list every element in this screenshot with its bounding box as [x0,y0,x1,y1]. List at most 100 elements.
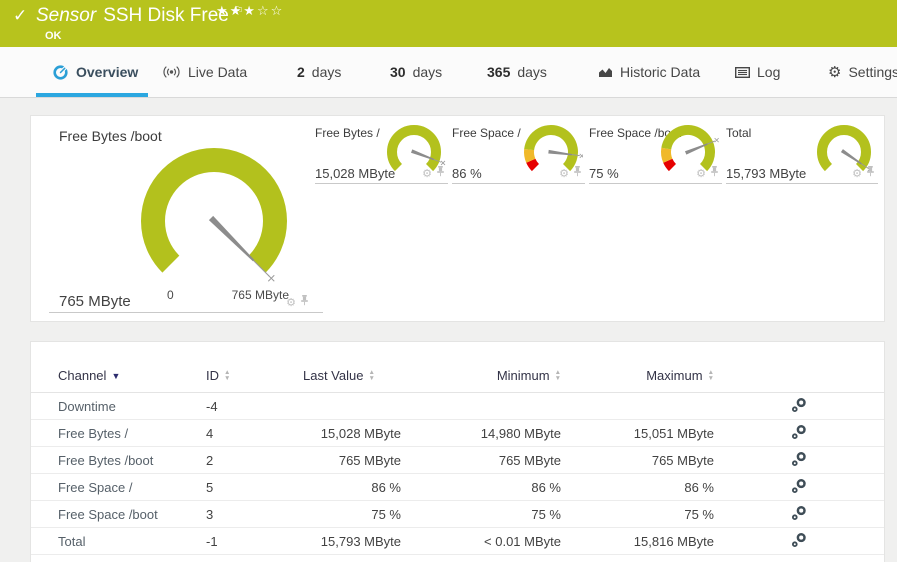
primary-gauge-value: 765 MByte [59,293,131,310]
secondary-gauge-icons: ⚙ [852,164,875,182]
secondary-gauge-icons: ⚙ [559,164,582,182]
primary-gauge-title: Free Bytes /boot [59,128,162,144]
gauge-scale-min-label: 0 [167,288,174,302]
column-label: Last Value [303,368,364,383]
last-cell: 86 % [371,479,401,495]
column-label: Maximum [646,368,703,383]
tab-settings[interactable]: ⚙ Settings [828,47,897,97]
tab-overview[interactable]: Overview [52,47,138,97]
tab-number: 365 [487,64,511,80]
tab-label: days [311,64,342,80]
max-cell: 75 % [684,506,714,522]
sensor-kind-label: Sensor [36,5,97,26]
tab-log[interactable]: Log [735,47,780,97]
max-cell: 86 % [684,479,714,495]
secondary-gauge-value: 75 % [589,166,619,181]
tab-number: 2 [297,64,305,80]
tab-2-days[interactable]: 2 days [297,47,341,97]
sensor-title: Sensor SSH Disk Free ⚐ [36,5,244,27]
tab-label: days [517,64,547,80]
secondary-gauge-icons: ⚙ [422,164,445,182]
min-cell: < 0.01 MByte [484,533,561,549]
id-cell: 2 [206,452,214,468]
id-cell: 4 [206,425,214,441]
tab-30-days[interactable]: 30 days [390,47,442,97]
table-header-row: Channel ▼ ID ▲ ▼ Last Value ▲ ▼ Minimum ▲ ▼ Maximum… [31,342,884,393]
channel-settings-icon[interactable] [791,424,807,443]
gauge-settings-gear-icon[interactable]: ⚙ [696,167,706,180]
sort-both-icon: ▲ ▼ [224,369,231,382]
secondary-gauge-block: Total 15,793 MByte ⚙ [726,125,878,184]
gauge-pin-icon[interactable] [300,293,309,311]
channel-settings-icon[interactable] [791,478,807,497]
min-cell: 14,980 MByte [480,425,561,441]
column-header-channel[interactable]: Channel ▼ [58,368,206,392]
channels-table-panel: Channel ▼ ID ▲ ▼ Last Value ▲ ▼ Minimum ▲ ▼ Maximum… [30,341,885,562]
tab-bar: Overview Live Data 2 days 30 days 365 days Histo… [0,47,897,98]
channel-settings-cell [714,397,884,416]
channel-cell: Free Space /boot [58,506,158,522]
tab-historic-data[interactable]: Historic Data [598,47,700,97]
sensor-name: SSH Disk Free [103,5,229,26]
gauge-settings-gear-icon[interactable]: ⚙ [422,167,432,180]
secondary-gauge-title: Free Bytes / [315,126,380,140]
channel-settings-cell [714,505,884,524]
channel-settings-cell [714,451,884,470]
max-cell: 765 MByte [651,452,714,468]
tab-365-days[interactable]: 365 days [487,47,547,97]
gauge-settings-gear-icon[interactable]: ⚙ [286,296,296,309]
channel-settings-icon[interactable] [791,532,807,551]
secondary-gauge-value: 86 % [452,166,482,181]
tab-label: Log [757,64,781,80]
max-cell: 15,816 MByte [633,533,714,549]
channel-settings-icon[interactable] [791,397,807,416]
column-header-last[interactable]: Last Value ▲ ▼ [303,368,401,392]
channel-cell: Free Space / [58,479,133,495]
tab-label: Settings [848,64,897,80]
gauge-scale-max-label: 765 MByte [231,288,289,302]
tab-live-data[interactable]: Live Data [162,47,247,97]
channel-settings-icon[interactable] [791,451,807,470]
gauge-pin-icon[interactable] [436,164,445,182]
gauge-pin-icon[interactable] [573,164,582,182]
last-cell: 765 MByte [338,452,401,468]
column-label: Minimum [496,368,550,383]
column-header-min[interactable]: Minimum ▲ ▼ [401,368,561,392]
tab-label: Overview [76,64,139,80]
id-cell: 3 [206,506,214,522]
status-ok-check-icon: ✓ [13,6,28,25]
channel-cell: Free Bytes / [58,425,129,441]
last-cell: 15,793 MByte [320,533,401,549]
gauge-icon [52,64,69,81]
table-row: Free Bytes /boot 2 765 MByte 765 MByte 765 M… [31,447,884,474]
min-cell: 765 MByte [498,452,561,468]
sort-both-icon: ▲ ▼ [368,369,375,382]
primary-gauge-icons: ⚙ [286,293,309,311]
sensor-header: ✓ Sensor SSH Disk Free ⚐ ★★★☆☆ OK [0,0,897,47]
id-cell: -4 [206,398,218,414]
gauge-pin-icon[interactable] [866,164,875,182]
tab-number: 30 [390,64,406,80]
secondary-gauge-block: Free Bytes /15,028 MByte ⚙ [315,125,448,184]
tab-label: Live Data [188,64,248,80]
priority-stars[interactable]: ★★★☆☆ [216,3,284,19]
broadcast-icon [162,65,181,79]
channel-settings-icon[interactable] [791,505,807,524]
gauge-dial [141,148,287,282]
secondary-gauge-block: Free Space /boot 75 % ⚙ [589,125,722,184]
gauge-settings-gear-icon[interactable]: ⚙ [559,167,569,180]
last-cell: 75 % [371,506,401,522]
table-row: Total -1 15,793 MByte < 0.01 MByte 15,816 MB… [31,528,884,555]
sort-desc-icon: ▼ [111,370,121,381]
gauge-settings-gear-icon[interactable]: ⚙ [852,167,862,180]
table-row: Free Space / 5 86 % 86 % 86 % [31,474,884,501]
column-header-id[interactable]: ID ▲ ▼ [206,368,303,392]
gauge-pin-icon[interactable] [710,164,719,182]
id-cell: -1 [206,533,218,549]
secondary-gauge-icons: ⚙ [696,164,719,182]
channel-cell: Total [58,533,86,549]
channel-settings-cell [714,532,884,551]
primary-gauge-block: Free Bytes /boot 0 765 MByte 765 MByte ⚙ [49,124,323,313]
gauges-panel: Free Bytes /boot 0 765 MByte 765 MByte ⚙… [30,115,885,322]
column-header-max[interactable]: Maximum ▲ ▼ [561,368,714,392]
